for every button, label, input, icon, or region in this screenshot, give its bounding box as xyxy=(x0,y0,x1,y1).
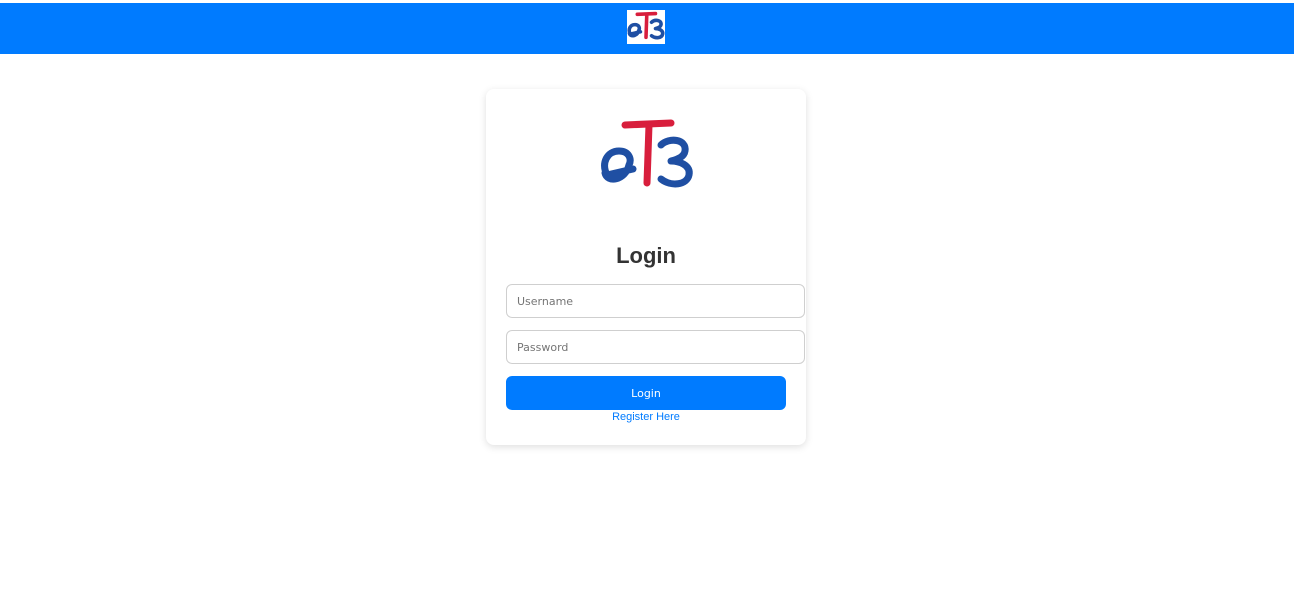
login-title: Login xyxy=(616,243,676,268)
et3-logo-icon xyxy=(601,119,693,188)
username-input[interactable] xyxy=(506,284,805,318)
login-card: Login Login Register Here xyxy=(486,89,806,445)
card-logo xyxy=(599,119,695,195)
register-link[interactable]: Register Here xyxy=(486,410,806,424)
header-logo[interactable] xyxy=(627,10,665,44)
password-input[interactable] xyxy=(506,330,805,364)
login-button[interactable]: Login xyxy=(506,376,786,410)
et3-logo-icon xyxy=(627,11,665,40)
